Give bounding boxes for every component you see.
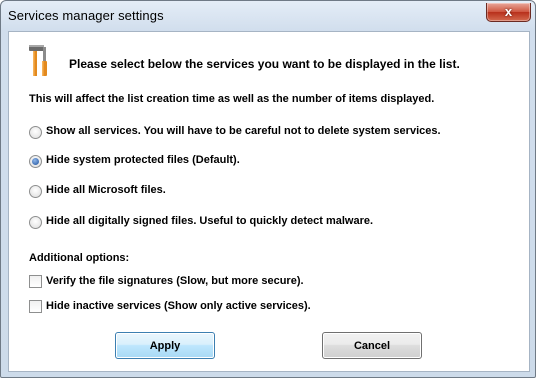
settings-dialog: Services manager settings x Please selec… [0,0,536,378]
radio-button[interactable] [29,185,42,198]
radio-dot [32,158,39,165]
additional-options-heading: Additional options: [29,252,130,264]
dialog-content: Please select below the services you wan… [8,31,530,372]
apply-button[interactable]: Apply [115,332,215,359]
checkbox[interactable] [29,300,42,313]
radio-button[interactable] [29,126,42,139]
radio-label: Hide all Microsoft files. [46,184,166,196]
radio-label: Hide system protected files (Default). [46,154,240,166]
radio-button[interactable] [29,155,42,168]
instructions-heading: Please select below the services you wan… [69,57,460,71]
tools-icon [29,45,47,76]
checkbox[interactable] [29,275,42,288]
close-button[interactable]: x [486,3,531,22]
window-title: Services manager settings [8,8,164,23]
cancel-button[interactable]: Cancel [322,332,422,359]
radio-button[interactable] [29,216,42,229]
checkbox-label: Verify the file signatures (Slow, but mo… [46,275,304,287]
checkbox-label: Hide inactive services (Show only active… [46,300,311,312]
close-icon: x [504,4,513,19]
title-bar[interactable]: Services manager settings x [1,1,535,31]
info-text: This will affect the list creation time … [29,93,435,105]
radio-label: Hide all digitally signed files. Useful … [46,215,374,227]
radio-label: Show all services. You will have to be c… [46,125,441,137]
